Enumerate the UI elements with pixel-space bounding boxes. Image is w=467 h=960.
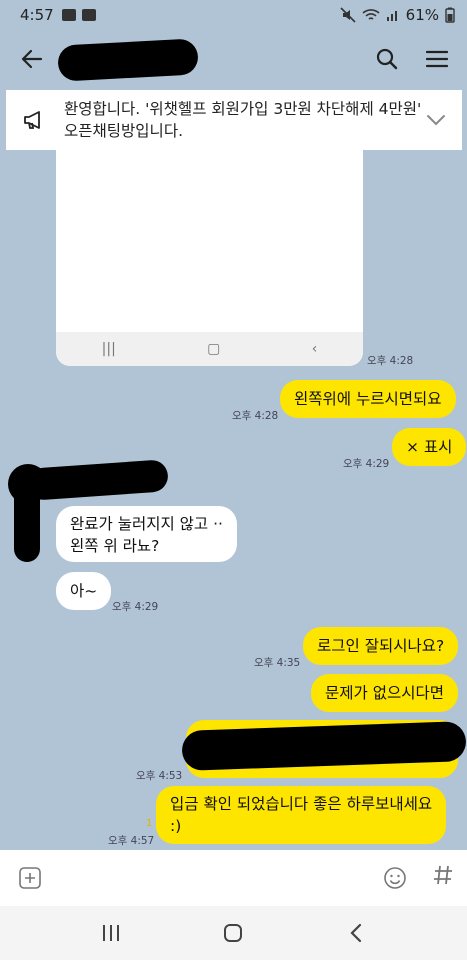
unread-count: 1 (146, 818, 153, 829)
their-message-bubble[interactable]: 완료가 눌러지지 않고 ·· 왼쪽 위 라뇨? (56, 506, 237, 562)
app-notification-icon (81, 9, 96, 21)
redacted-chat-title (57, 38, 199, 82)
chat-header (0, 30, 467, 88)
home-icon (224, 924, 243, 942)
signal-icon (386, 11, 397, 21)
my-message-bubble-redacted[interactable] (181, 720, 467, 778)
back-button[interactable] (14, 41, 50, 77)
message-time: 오후 4:28 (367, 355, 414, 367)
emoji-icon (384, 867, 406, 889)
menu-icon (426, 50, 448, 68)
my-message-bubble[interactable]: 로그인 잘되시나요? (303, 627, 459, 665)
search-icon (376, 48, 398, 70)
back-nav-button[interactable] (340, 917, 372, 949)
my-message-bubble[interactable]: 문제가 없으시다면 (311, 674, 459, 712)
back-arrow-icon (21, 49, 43, 69)
message-text-line1: 입금 확인 되었습니다 좋은 하루보내세요 (170, 795, 433, 813)
message-text: 왼쪽위에 누르시면되요 (294, 390, 442, 408)
shared-screenshot-image[interactable]: ||| ▢ ‹ (56, 150, 363, 366)
attach-button[interactable] (14, 862, 46, 894)
their-message-bubble[interactable]: 아~ (56, 572, 112, 610)
expand-notice-button[interactable] (422, 106, 450, 134)
message-time: 오후 4:29 (343, 458, 390, 470)
hash-icon (434, 865, 452, 885)
message-input-bar (0, 850, 467, 906)
youtube-notification-icon (61, 9, 76, 21)
message-text-line1: 완료가 눌러지지 않고 ·· (70, 515, 223, 533)
message-time: 오후 4:29 (112, 601, 159, 613)
my-message-bubble[interactable]: × 표시 (392, 428, 467, 466)
mute-icon (340, 7, 356, 23)
message-time: 오후 4:53 (136, 770, 183, 782)
plus-box-icon (19, 867, 41, 889)
megaphone-icon (24, 111, 40, 129)
home-button[interactable] (217, 917, 249, 949)
recent-apps-icon (103, 925, 120, 941)
status-bar: 4:57 61% (0, 0, 467, 30)
chevron-down-icon (427, 115, 445, 126)
notice-banner[interactable]: 환영합니다. '위챗헬프 회원가입 3만원 차단해제 4만원' 오픈채팅방입니다… (6, 90, 462, 150)
battery-percentage: 61% (405, 6, 439, 24)
status-time: 4:57 (20, 6, 54, 24)
home-icon: ▢ (207, 341, 221, 357)
menu-button[interactable] (421, 43, 453, 75)
system-navigation-bar (0, 906, 467, 960)
my-message-bubble[interactable]: 입금 확인 되었습니다 좋은 하루보내세요 :) (156, 786, 447, 844)
battery-icon (445, 7, 455, 23)
recent-apps-button[interactable] (95, 917, 127, 949)
message-time: 오후 4:57 (108, 835, 155, 847)
message-text: 아~ (70, 582, 98, 600)
search-button[interactable] (371, 43, 403, 75)
message-time: 오후 4:28 (232, 410, 279, 422)
redaction-mark (181, 721, 467, 771)
message-time: 오후 4:35 (254, 657, 301, 669)
wifi-icon (362, 9, 380, 20)
notice-text: 환영합니다. '위챗헬프 회원가입 3만원 차단해제 4만원' 오픈채팅방입니다… (64, 100, 422, 140)
message-text-line2: :) (170, 817, 182, 835)
message-text-line2: 왼쪽 위 라뇨? (70, 537, 160, 555)
recents-icon: ||| (101, 341, 116, 357)
hash-button[interactable] (433, 864, 453, 892)
my-message-bubble[interactable]: 왼쪽위에 누르시면되요 (280, 380, 456, 418)
emoji-button[interactable] (379, 862, 411, 894)
message-text: 로그인 잘되시나요? (317, 637, 445, 655)
message-text: 문제가 없으시다면 (325, 684, 445, 702)
back-nav-icon (350, 923, 361, 943)
screenshot-navbar: ||| ▢ ‹ (56, 332, 363, 366)
message-text: × 표시 (406, 438, 453, 456)
back-icon: ‹ (311, 341, 318, 357)
